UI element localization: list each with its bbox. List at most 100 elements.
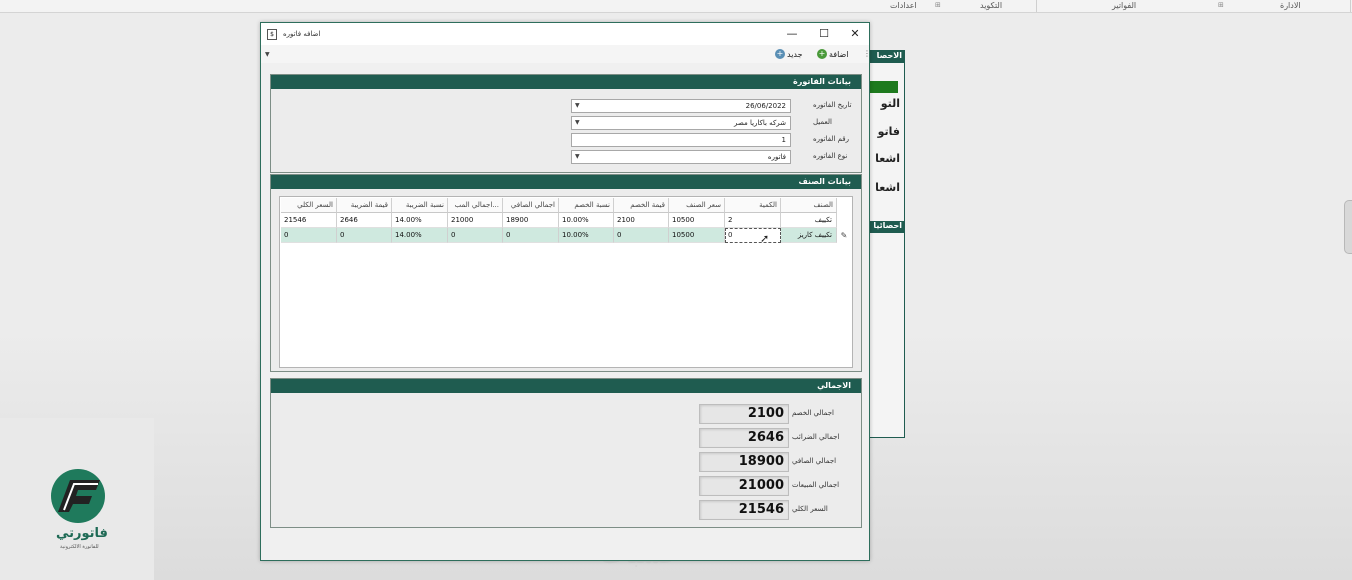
col-header-tax-rate[interactable]: نسبة الضريبة (392, 198, 448, 213)
table-row-cell[interactable]: 0 (337, 228, 392, 243)
invoice-date-value: 26/06/2022 (745, 102, 786, 110)
toolbar-grip-icon: ⋮ (863, 49, 871, 58)
new-button[interactable]: + جديد (775, 48, 803, 60)
customer-row: ▼ شركه باكاريا مصر العميل (571, 116, 851, 130)
stats-side-panel: الاحصا التو فاتو اشعا اشعا احصائيا (868, 50, 905, 438)
col-header-discount-rate[interactable]: نسبة الخصم (559, 198, 614, 213)
table-row-cell[interactable]: 0 (614, 228, 669, 243)
panel-word[interactable]: اشعا (875, 181, 900, 194)
item-section-title: بيانات الصنف (798, 177, 851, 186)
mouse-cursor-icon: ➚ (760, 232, 770, 245)
total-taxes-label: اجمالي الضرائب (792, 433, 840, 441)
total-discount-field: 2100 (699, 404, 789, 424)
total-sales-label: اجمالي المبيعات (792, 481, 840, 489)
logo-icon (51, 469, 105, 523)
toolbar-overflow-icon[interactable]: ▼ (265, 51, 270, 58)
col-header-sales-total[interactable]: اجمالي المب... (448, 198, 503, 213)
app-icon: $ (267, 29, 277, 40)
invoice-data-section: بيانات الفاتورة ▼ 26/06/2022 تاريخ الفات… (270, 74, 862, 173)
invoice-date-row: ▼ 26/06/2022 تاريخ الفاتوره (571, 99, 852, 113)
minimize-button[interactable]: — (782, 27, 802, 41)
total-discount-row: 2100 اجمالي الخصم (699, 404, 855, 424)
table-row-cell[interactable]: 18900 (503, 213, 559, 228)
new-icon: + (775, 49, 785, 59)
add-icon: + (817, 49, 827, 59)
totals-section: الاجمالي 2100 اجمالي الخصم 2646 اجمالي ا… (270, 378, 862, 528)
panel-word[interactable]: التو (881, 97, 900, 110)
grand-total-field: 21546 (699, 500, 789, 520)
menu-invoices[interactable]: الفواتير (1112, 1, 1136, 10)
total-taxes-row: 2646 اجمالي الضرائب (699, 428, 855, 448)
table-row-cell[interactable]: تكييف كاريز (781, 228, 837, 243)
total-sales-value: 21000 (738, 478, 784, 493)
side-scroll-handle[interactable] (1344, 200, 1352, 254)
item-data-section: بيانات الصنف الصنف الكمية سعر الصنف قيمة… (270, 174, 862, 372)
customer-label: العميل (813, 118, 832, 126)
col-header-tax-value[interactable]: قيمة الضريبة (337, 198, 392, 213)
items-grid[interactable]: الصنف الكمية سعر الصنف قيمة الخصم نسبة ا… (279, 196, 853, 368)
app-menu-bar: الادارة ⊞ الفواتير التكويد ⊞ اعدادات (0, 0, 1352, 13)
invoice-number-label: رقم الفاتوره (813, 135, 849, 143)
customer-field[interactable]: ▼ شركه باكاريا مصر (571, 116, 791, 130)
invoice-section-title: بيانات الفاتورة (793, 77, 851, 86)
close-button[interactable]: ✕ (845, 27, 865, 41)
stats-panel-header: الاحصا (868, 51, 904, 63)
menu-coding[interactable]: التكويد (980, 1, 1002, 10)
table-row-cell[interactable]: 2100 (614, 213, 669, 228)
total-sales-field: 21000 (699, 476, 789, 496)
col-header-total-price[interactable]: السعر الكلي (281, 198, 337, 213)
total-net-value: 18900 (738, 454, 784, 469)
total-net-row: 18900 اجمالي الصافي (699, 452, 855, 472)
table-row-cell[interactable]: 2 (725, 213, 781, 228)
table-row-cell[interactable]: 14.00% (392, 228, 448, 243)
invoice-type-value: فاتوره (767, 153, 786, 161)
menu-admin[interactable]: الادارة (1280, 1, 1301, 10)
maximize-button[interactable]: ☐ (814, 27, 834, 41)
table-row-cell[interactable]: 10500 (669, 213, 725, 228)
table-row-cell[interactable]: 10.00% (559, 213, 614, 228)
total-discount-label: اجمالي الخصم (792, 409, 834, 417)
dialog-titlebar[interactable]: $ اضافه فاتوره — ☐ ✕ (261, 23, 869, 45)
col-header-discount-value[interactable]: قيمة الخصم (614, 198, 669, 213)
table-row-cell[interactable]: 2646 (337, 213, 392, 228)
menu-separator: ⊞ (935, 1, 941, 9)
table-row-cell[interactable]: 10500 (669, 228, 725, 243)
col-header-quantity[interactable]: الكمية (725, 198, 781, 213)
invoice-number-row: 1 رقم الفاتوره (571, 133, 851, 147)
invoice-type-field[interactable]: ▼ فاتوره (571, 150, 791, 164)
table-row-cell[interactable]: 10.00% (559, 228, 614, 243)
col-header-net-total[interactable]: اجمالي الصافي (503, 198, 559, 213)
invoice-type-row: ▼ فاتوره نوع الفاتوره (571, 150, 851, 164)
chevron-down-icon[interactable]: ▼ (575, 100, 580, 112)
quantity-edit-input[interactable]: 0 (725, 228, 781, 243)
col-header-price[interactable]: سعر الصنف (669, 198, 725, 213)
table-row-cell[interactable]: 21000 (448, 213, 503, 228)
total-net-field: 18900 (699, 452, 789, 472)
table-row-cell[interactable]: 0 (503, 228, 559, 243)
total-sales-row: 21000 اجمالي المبيعات (699, 476, 855, 496)
add-button-label: اضافة (829, 49, 849, 59)
menu-divider (1350, 0, 1351, 12)
table-row-cell[interactable]: 14.00% (392, 213, 448, 228)
panel-word[interactable]: فاتو (878, 125, 900, 138)
grand-total-label: السعر الكلي (792, 505, 828, 513)
add-button[interactable]: + اضافة (817, 48, 849, 60)
chevron-down-icon[interactable]: ▼ (575, 117, 580, 129)
table-row-cell[interactable]: 0 (281, 228, 337, 243)
invoice-number-field[interactable]: 1 (571, 133, 791, 147)
menu-settings[interactable]: اعدادات (890, 1, 917, 10)
item-section-header: بيانات الصنف (271, 175, 861, 189)
col-header-item[interactable]: الصنف (781, 198, 837, 213)
row-edit-indicator-icon: ✎ (840, 231, 848, 240)
invoice-date-field[interactable]: ▼ 26/06/2022 (571, 99, 791, 113)
panel-word[interactable]: اشعا (875, 152, 900, 165)
invoice-number-value: 1 (781, 136, 786, 144)
chevron-down-icon[interactable]: ▼ (575, 151, 580, 163)
menu-separator: ⊞ (1218, 1, 1224, 9)
table-row-cell[interactable]: تكييف (781, 213, 837, 228)
total-net-label: اجمالي الصافي (792, 457, 837, 465)
stats-panel-header-2: احصائيا (868, 221, 904, 233)
table-row-cell[interactable]: 0 (448, 228, 503, 243)
logo-subtext: للفاتورة الالكترونية (60, 544, 99, 550)
table-row-cell[interactable]: 21546 (281, 213, 337, 228)
